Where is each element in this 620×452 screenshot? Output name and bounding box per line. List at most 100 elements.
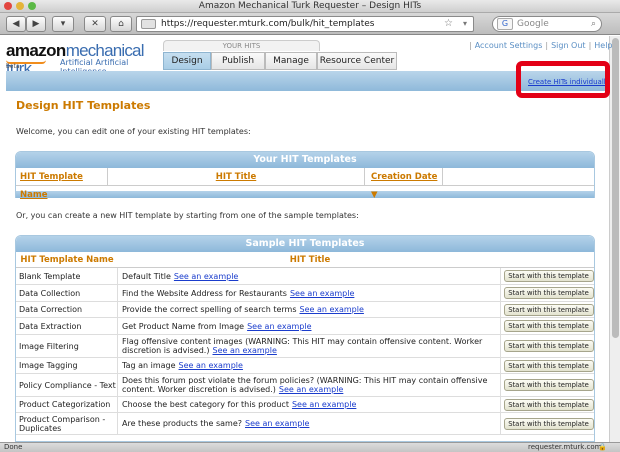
sample-templates-rows: Blank Template Default Title See an exampl… xyxy=(16,268,594,435)
main-tabs: Design Publish Manage Resource Center xyxy=(163,52,397,70)
window-title: Amazon Mechanical Turk Requester – Desig… xyxy=(198,1,422,11)
back-arrow-icon: ◀ xyxy=(12,19,20,29)
template-action: Start with this template xyxy=(502,413,594,434)
template-name-text: Image Filtering xyxy=(19,341,79,351)
template-title-value: Choose the best category for this produc… xyxy=(122,400,289,409)
site-identity-icon[interactable] xyxy=(141,19,156,29)
address-bar[interactable]: https://requester.mturk.com/bulk/hit_tem… xyxy=(136,16,474,32)
search-icon[interactable]: ⌕ xyxy=(591,17,596,31)
template-action: Start with this template xyxy=(502,335,594,357)
template-title-text: Are these products the same? See an examp… xyxy=(122,419,309,428)
search-input[interactable]: G Google ⌕ xyxy=(492,16,602,32)
col-template-name[interactable]: HIT Template Name xyxy=(16,168,108,200)
stop-button[interactable]: ✕ xyxy=(84,16,106,32)
see-example-link[interactable]: See an example xyxy=(299,305,363,314)
scrollbar-thumb[interactable] xyxy=(612,38,619,338)
table-row: Data Correction Provide the correct spell… xyxy=(16,302,594,318)
template-name: Product Comparison - Duplicates xyxy=(16,413,118,434)
template-name: Data Extraction xyxy=(16,318,118,334)
table-row: Product Comparison - Duplicates Are these… xyxy=(16,413,594,435)
template-title-value: Provide the correct spelling of search t… xyxy=(122,305,297,314)
zoom-window-icon[interactable] xyxy=(28,2,36,10)
sign-out-link[interactable]: Sign Out xyxy=(551,41,586,50)
template-title-text: Provide the correct spelling of search t… xyxy=(122,305,364,314)
template-action: Start with this template xyxy=(502,302,594,317)
home-button[interactable]: ⌂ xyxy=(110,16,132,32)
minimize-window-icon[interactable] xyxy=(16,2,24,10)
template-name: Policy Compliance - Text xyxy=(16,374,118,396)
table-row: Image Filtering Flag offensive content im… xyxy=(16,335,594,358)
start-with-template-button[interactable]: Start with this template xyxy=(503,303,594,316)
start-with-template-button[interactable]: Start with this template xyxy=(503,417,594,430)
see-example-link[interactable]: See an example xyxy=(179,361,243,370)
window-titlebar: Amazon Mechanical Turk Requester – Desig… xyxy=(0,0,620,13)
template-name-text: Blank Template xyxy=(19,271,81,281)
template-title-text: Get Product Name from Image See an exampl… xyxy=(122,322,312,331)
template-title: Tag an image See an example xyxy=(119,358,501,373)
template-name: Blank Template xyxy=(16,268,118,284)
template-name: Image Filtering xyxy=(16,335,118,357)
tab-publish[interactable]: Publish xyxy=(211,52,265,70)
forward-button[interactable]: ▶ xyxy=(26,16,46,32)
see-example-link[interactable]: See an example xyxy=(292,400,356,409)
template-title-text: Flag offensive content images (WARNING: … xyxy=(122,337,500,355)
start-with-template-button[interactable]: Start with this template xyxy=(503,398,594,411)
template-name-text: Policy Compliance - Text xyxy=(19,380,116,390)
see-example-link[interactable]: See an example xyxy=(290,289,354,298)
page-scrollbar[interactable] xyxy=(609,36,620,442)
history-button[interactable]: ▾ xyxy=(52,16,74,32)
template-name: Product Categorization xyxy=(16,397,118,412)
start-with-template-button[interactable]: Start with this template xyxy=(503,270,594,282)
template-name-text: Image Tagging xyxy=(19,361,78,370)
your-templates-footer xyxy=(16,191,594,198)
template-title-text: Tag an image See an example xyxy=(122,361,243,370)
logo-beta: beta xyxy=(6,63,20,70)
stop-icon: ✕ xyxy=(91,19,99,29)
template-name-text: Data Extraction xyxy=(19,321,82,331)
status-bar: Done requester.mturk.com 🔒 xyxy=(0,442,620,452)
template-title: Flag offensive content images (WARNING: … xyxy=(119,335,501,357)
tab-design[interactable]: Design xyxy=(163,52,211,70)
back-button[interactable]: ◀ xyxy=(6,16,26,32)
template-title-value: Are these products the same? xyxy=(122,419,242,428)
see-example-link[interactable]: See an example xyxy=(247,322,311,331)
url-dropdown-icon[interactable]: ▾ xyxy=(463,17,467,31)
start-with-template-button[interactable]: Start with this template xyxy=(503,340,594,352)
table-row: Blank Template Default Title See an exampl… xyxy=(16,268,594,285)
browser-toolbar: ◀ ▶ ▾ ✕ ⌂ https://requester.mturk.com/bu… xyxy=(0,13,620,35)
start-with-template-button[interactable]: Start with this template xyxy=(503,320,594,332)
search-placeholder: Google xyxy=(517,19,549,29)
mturk-logo[interactable]: amazonmechanical turk Artificial Artific… xyxy=(6,41,166,78)
logo-amazon-text: amazon xyxy=(6,41,66,60)
table-row: Product Categorization Choose the best ca… xyxy=(16,397,594,413)
tab-manage[interactable]: Manage xyxy=(265,52,317,70)
see-example-link[interactable]: See an example xyxy=(279,385,343,394)
template-action: Start with this template xyxy=(502,318,594,334)
window-controls xyxy=(4,2,36,10)
account-settings-link[interactable]: Account Settings xyxy=(475,41,543,50)
close-window-icon[interactable] xyxy=(4,2,12,10)
col-template-name: HIT Template Name xyxy=(20,255,114,265)
col-creation-date[interactable]: Creation Date ▼ xyxy=(365,168,443,200)
page-title: Design HIT Templates xyxy=(16,99,151,112)
see-example-link[interactable]: See an example xyxy=(174,272,238,281)
help-link[interactable]: Help xyxy=(594,41,612,50)
start-with-template-button[interactable]: Start with this template xyxy=(503,379,594,391)
search-engine-icon[interactable]: G xyxy=(497,18,513,30)
col-hit-title[interactable]: HIT Title xyxy=(108,168,365,186)
template-name: Data Correction xyxy=(16,302,118,317)
template-title-text: Choose the best category for this produc… xyxy=(122,400,356,409)
start-with-template-button[interactable]: Start with this template xyxy=(503,359,594,372)
highlight-annotation xyxy=(516,61,610,98)
status-host: requester.mturk.com xyxy=(528,443,602,451)
template-name-text: Data Collection xyxy=(19,288,81,298)
your-templates-header-row: HIT Template Name HIT Title Creation Dat… xyxy=(16,168,594,200)
see-example-link[interactable]: See an example xyxy=(212,346,276,355)
start-with-template-button[interactable]: Start with this template xyxy=(503,287,594,299)
see-example-link[interactable]: See an example xyxy=(245,419,309,428)
tab-resource-center[interactable]: Resource Center xyxy=(317,52,397,70)
col-creation-date-label: Creation Date xyxy=(371,172,438,182)
col-hit-title: HIT Title xyxy=(289,255,331,265)
bookmark-star-icon[interactable]: ☆ xyxy=(444,17,453,31)
template-title-text: Default Title See an example xyxy=(122,272,238,281)
